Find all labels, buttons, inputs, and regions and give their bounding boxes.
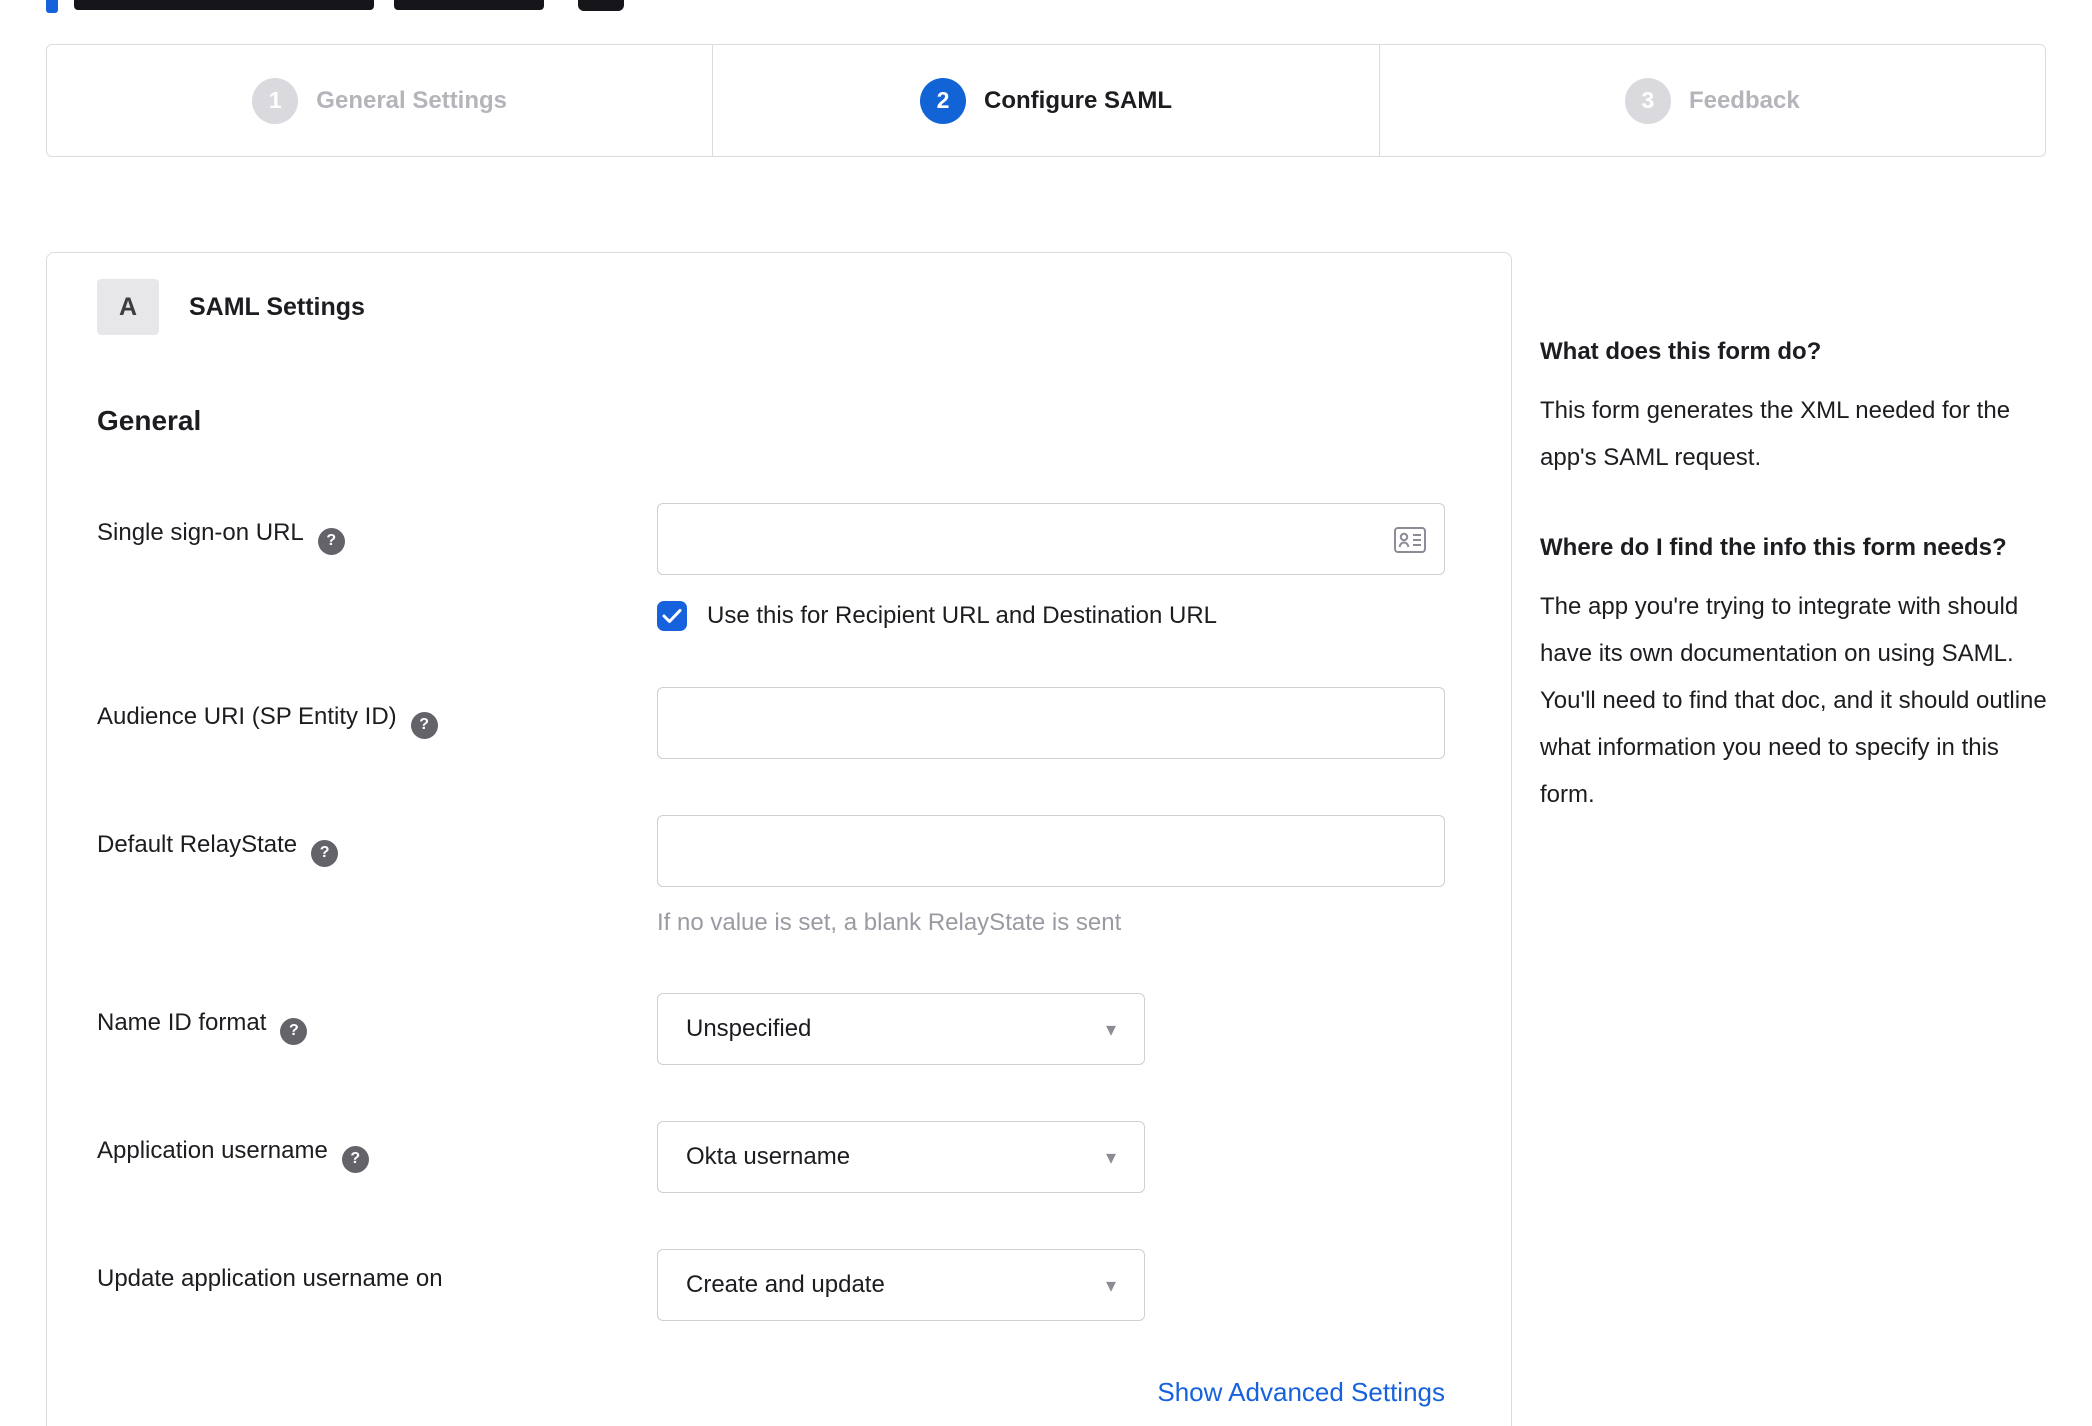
sso-url-label: Single sign-on URL	[97, 519, 304, 546]
form-row-relaystate: Default RelayState? If no value is set, …	[97, 815, 1511, 937]
application-username-select[interactable]: Okta username ▾	[657, 1121, 1145, 1193]
recipient-url-checkbox[interactable]	[657, 601, 687, 631]
update-username-on-value: Create and update	[686, 1271, 885, 1298]
wizard-stepper: 1 General Settings 2 Configure SAML 3 Fe…	[46, 44, 2046, 157]
help-sidebar: What does this form do? This form genera…	[1540, 157, 2050, 862]
name-id-format-select[interactable]: Unspecified ▾	[657, 993, 1145, 1065]
show-advanced-settings-link[interactable]: Show Advanced Settings	[1157, 1377, 1445, 1407]
step-feedback[interactable]: 3 Feedback	[1380, 45, 2045, 156]
audience-uri-input[interactable]	[657, 687, 1445, 759]
help-body-1: This form generates the XML needed for t…	[1540, 397, 2011, 472]
form-row-audience-uri: Audience URI (SP Entity ID)?	[97, 687, 1511, 759]
chevron-down-icon: ▾	[1105, 1018, 1116, 1041]
help-heading-1: What does this form do?	[1540, 338, 1822, 365]
general-section-title: General	[97, 405, 202, 436]
form-row-update-username-on: Update application username on Create an…	[97, 1249, 1511, 1321]
step-configure-saml[interactable]: 2 Configure SAML	[713, 45, 1380, 156]
form-row-application-username: Application username? Okta username ▾	[97, 1121, 1511, 1193]
chevron-down-icon: ▾	[1105, 1274, 1116, 1297]
step-number-badge: 1	[252, 77, 299, 124]
chevron-down-icon: ▾	[1105, 1146, 1116, 1169]
update-username-on-select[interactable]: Create and update ▾	[657, 1249, 1145, 1321]
form-row-name-id-format: Name ID format? Unspecified ▾	[97, 993, 1511, 1065]
contact-card-icon	[1394, 527, 1426, 553]
check-icon	[662, 609, 682, 623]
step-label: General Settings	[316, 86, 508, 114]
help-heading-2: Where do I find the info this form needs…	[1540, 533, 2007, 561]
audience-uri-help-icon[interactable]: ?	[410, 711, 438, 739]
step-label: Configure SAML	[984, 86, 1172, 114]
sso-url-input[interactable]	[657, 503, 1445, 575]
help-body-2: The app you're trying to integrate with …	[1540, 593, 2047, 808]
step-general-settings[interactable]: 1 General Settings	[47, 45, 714, 156]
relaystate-input[interactable]	[657, 815, 1445, 887]
step-number-badge: 3	[1624, 77, 1671, 124]
audience-uri-label: Audience URI (SP Entity ID)	[97, 703, 397, 730]
recipient-url-checkbox-label[interactable]: Use this for Recipient URL and Destinati…	[707, 602, 1217, 630]
relaystate-help-icon[interactable]: ?	[311, 839, 339, 867]
section-a-badge: A	[97, 279, 159, 335]
clipped-header-title-fragment	[394, 0, 544, 10]
clipped-header-icon-fragment	[578, 0, 624, 11]
application-username-value: Okta username	[686, 1143, 851, 1170]
step-number-badge: 2	[920, 77, 966, 124]
application-username-help-icon[interactable]: ?	[341, 1145, 369, 1173]
form-row-sso-url: Single sign-on URL? Use this for Recipie…	[97, 503, 1511, 631]
name-id-format-value: Unspecified	[686, 1015, 812, 1042]
sso-url-help-icon[interactable]: ?	[317, 527, 345, 555]
saml-settings-panel: A SAML Settings General Single sign-on U…	[46, 252, 1512, 1426]
panel-title: SAML Settings	[189, 292, 365, 321]
relaystate-label: Default RelayState	[97, 831, 298, 858]
name-id-format-label: Name ID format	[97, 1009, 267, 1036]
clipped-header-accent	[46, 0, 58, 13]
step-label: Feedback	[1688, 86, 1800, 114]
clipped-page-header	[0, 0, 2092, 13]
clipped-header-title-fragment	[74, 0, 374, 10]
name-id-format-help-icon[interactable]: ?	[280, 1017, 308, 1045]
application-username-label: Application username	[97, 1137, 328, 1164]
relaystate-hint: If no value is set, a blank RelayState i…	[657, 909, 1122, 936]
update-username-on-label: Update application username on	[97, 1265, 443, 1292]
